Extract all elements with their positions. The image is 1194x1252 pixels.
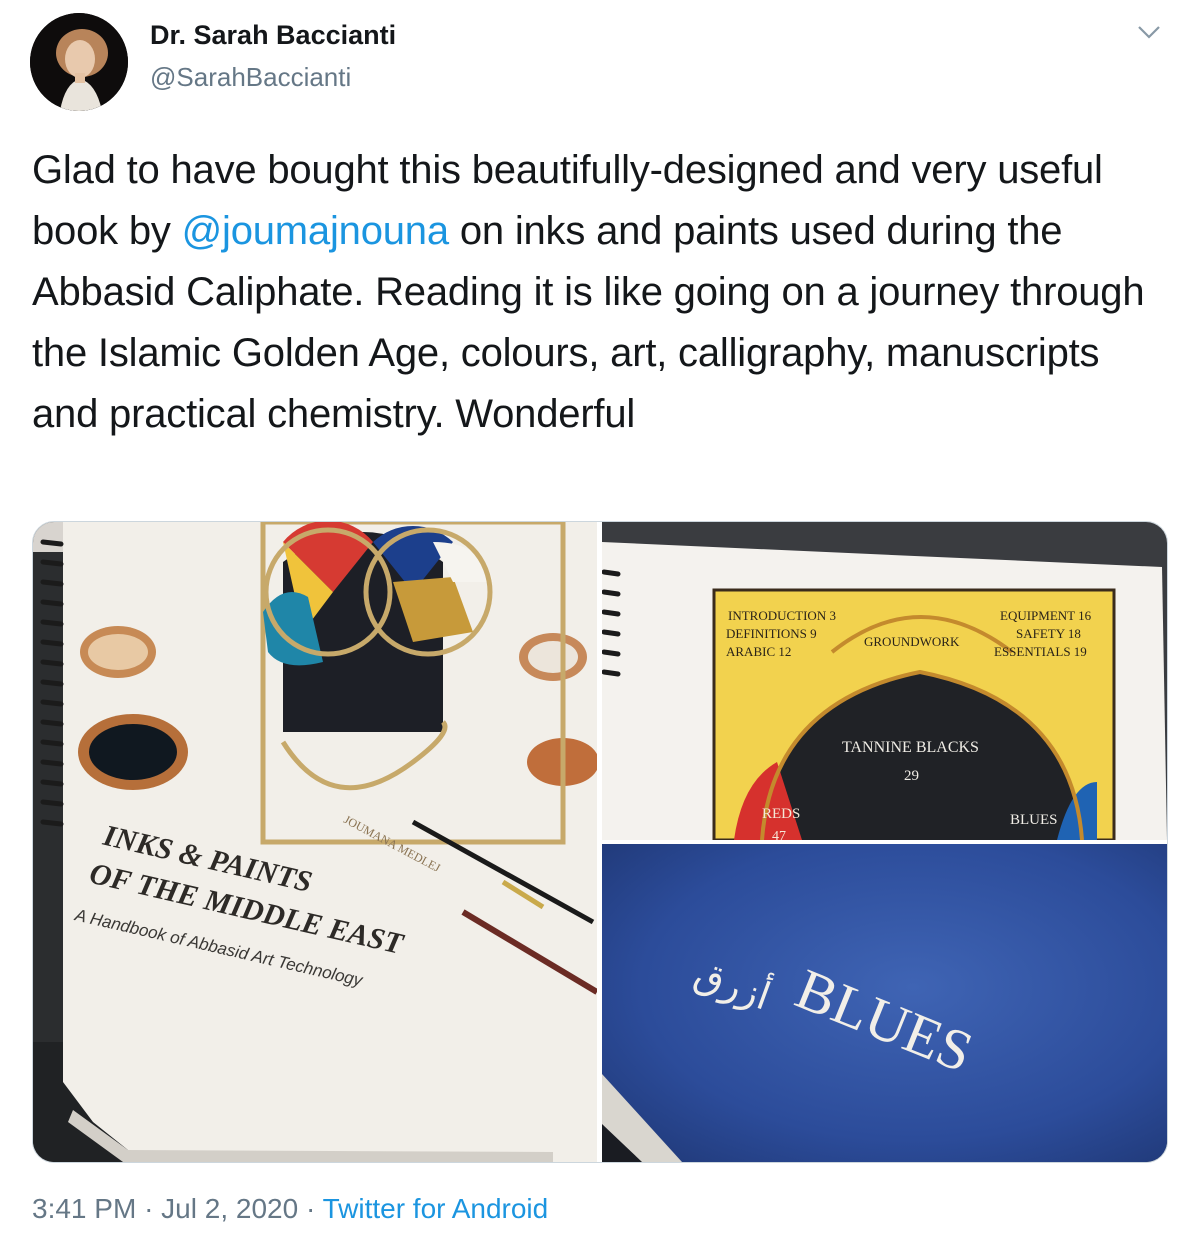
contents-center-label: TANNINE BLACKS (842, 739, 979, 756)
avatar-image (30, 13, 128, 111)
contents-left-item: ARABIC 12 (726, 644, 791, 659)
tweet-date[interactable]: Jul 2, 2020 (161, 1193, 298, 1224)
contents-blues: BLUES (1010, 812, 1058, 828)
contents-right-item: EQUIPMENT 16 (1000, 608, 1092, 623)
mention-link[interactable]: @joumajnouna (182, 209, 449, 253)
meta-separator: · (144, 1193, 154, 1224)
media-grid: JOUMANA MEDLEJ INKS & PAINTS OF THE MIDD… (32, 521, 1168, 1163)
contents-reds: REDS (762, 806, 800, 822)
chevron-down-icon[interactable] (1136, 22, 1162, 42)
contents-right-item: ESSENTIALS 19 (994, 644, 1087, 659)
photo-contents-page[interactable]: INTRODUCTION 3 DEFINITIONS 9 ARABIC 12 E… (602, 522, 1167, 840)
author-handle[interactable]: @SarahBaccianti (150, 62, 351, 93)
photo-book-cover[interactable]: JOUMANA MEDLEJ INKS & PAINTS OF THE MIDD… (33, 522, 597, 1162)
contents-reds-page: 47 (772, 829, 786, 840)
photo-blues-page[interactable]: أزرق BLUES (602, 844, 1167, 1162)
contents-center-page: 29 (904, 768, 919, 784)
contents-arc-label: GROUNDWORK (864, 634, 960, 649)
contents-left-item: DEFINITIONS 9 (726, 626, 817, 641)
author-name[interactable]: Dr. Sarah Baccianti (150, 20, 396, 51)
avatar[interactable] (30, 13, 128, 111)
tweet-time[interactable]: 3:41 PM (32, 1193, 136, 1224)
tweet-text: Glad to have bought this beautifully-des… (32, 140, 1167, 445)
contents-left-item: INTRODUCTION 3 (728, 608, 836, 623)
tweet-source-link[interactable]: Twitter for Android (323, 1193, 549, 1224)
meta-separator: · (305, 1193, 316, 1224)
contents-right-item: SAFETY 18 (1016, 626, 1081, 641)
tweet-meta: 3:41 PM · Jul 2, 2020 · Twitter for Andr… (32, 1193, 548, 1225)
